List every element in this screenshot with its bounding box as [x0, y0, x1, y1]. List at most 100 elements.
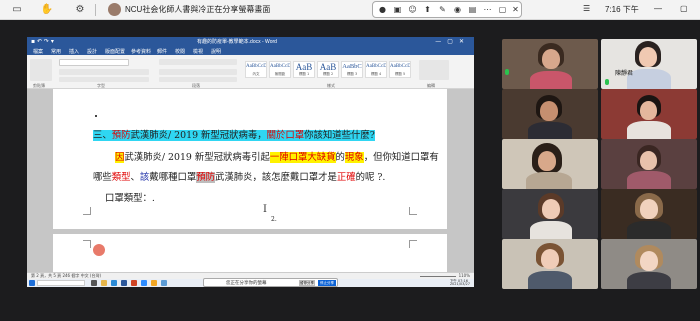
cartoon-image [93, 244, 105, 256]
file-explorer-icon[interactable] [101, 280, 107, 286]
stop-share-button[interactable]: 停止分享 [318, 280, 336, 286]
style-no-spacing[interactable]: AaBbCcD 無間距 [269, 61, 291, 78]
participant-video[interactable]: 陳靜君 [601, 39, 697, 89]
document-page[interactable]: 三、預防武漢肺炎/ 2019 新型冠狀病毒，關於口罩你該知道些什麼? 因武漢肺炎… [53, 89, 447, 229]
margin-corner [83, 207, 91, 215]
style-heading-5[interactable]: AaBbCcD 標題 5 [389, 61, 411, 78]
tab-view[interactable]: 檢視 [193, 48, 203, 55]
start-icon[interactable] [29, 280, 35, 286]
pen-icon[interactable]: ✎ [437, 4, 448, 15]
tab-layout[interactable]: 版面配置 [105, 48, 125, 55]
more-icon[interactable]: ⋯ [482, 4, 493, 15]
edge-icon[interactable] [111, 280, 117, 286]
people-icon[interactable]: ☰ [583, 4, 590, 13]
sharing-banner-text: 您正在分享你的螢幕 [226, 281, 267, 286]
document-page-3[interactable] [53, 234, 447, 272]
maximize-icon[interactable]: ▢ [680, 4, 688, 13]
zoom-level: 110% [458, 273, 470, 278]
mail-icon[interactable] [161, 280, 167, 286]
shading-buttons[interactable] [159, 77, 237, 82]
meeting-window: ▭ ✋ ⚙ NCU社会化師人書與冷正在分享螢幕畫面 ● ▣ ☺ ⬆ ✎ ◉ ▤ … [0, 0, 700, 321]
doc-line-1: 三、預防武漢肺炎/ 2019 新型冠狀病毒，關於口罩你該知道些什麼? [93, 130, 375, 141]
doc-line-4: 口罩類型：. [105, 193, 155, 204]
paragraph-mark [95, 115, 97, 117]
end-icon[interactable]: ✕ [510, 4, 521, 15]
settings-icon[interactable]: ⚙ [73, 3, 87, 17]
style-heading-4[interactable]: AaBbCcD 標題 4 [365, 61, 387, 78]
participant-video[interactable] [601, 239, 697, 289]
chrome-icon[interactable] [151, 280, 157, 286]
shared-screen: ▪ ↶ ↷ ▾ 有趣的防疫單-教學範本.docx - Word —▢✕ 檔案 常… [27, 37, 474, 287]
participant-video[interactable] [502, 189, 598, 239]
ribbon-home: AaBbCcD 內文 AaBbCcD 無間距 AaB 標題 1 AaB 標題 2 AaB… [27, 55, 474, 89]
powerpoint-icon[interactable] [131, 280, 137, 286]
text-cursor-icon: I [263, 204, 267, 215]
tab-references[interactable]: 參考資料 [131, 48, 151, 55]
tab-mailings[interactable]: 郵件 [157, 48, 167, 55]
paste-button[interactable] [30, 59, 52, 81]
participants-icon[interactable]: ☺ [407, 4, 418, 15]
share-icon[interactable]: ⬆ [422, 4, 433, 15]
quick-access-icons[interactable]: ▪ ↶ ↷ ▾ [31, 38, 54, 45]
sharing-title: NCU社会化師人書與冷正在分享螢幕畫面 [125, 5, 271, 14]
doc-line-3: 哪些類型、該戴哪種口罩預防武漢肺炎，該怎麼戴口罩才是正確的呢 ?. [93, 172, 386, 183]
divider [95, 4, 96, 16]
sharing-banner: 您正在分享你的螢幕 暫停分享 停止分享 [203, 278, 338, 287]
participant-name: 陳靜君 [615, 71, 634, 77]
mic-icon[interactable]: ● [377, 4, 388, 15]
tab-insert[interactable]: 插入 [69, 48, 79, 55]
style-heading-3[interactable]: AaBbC 標題 3 [341, 61, 363, 78]
document-canvas[interactable]: 三、預防武漢肺炎/ 2019 新型冠狀病毒，關於口罩你該知道些什麼? 因武漢肺炎… [27, 89, 474, 272]
align-buttons[interactable] [159, 69, 237, 75]
participant-video[interactable] [502, 239, 598, 289]
editing-buttons[interactable] [419, 60, 449, 80]
task-view-icon[interactable] [91, 280, 97, 286]
tab-file[interactable]: 檔案 [33, 48, 43, 55]
window-controls[interactable]: —▢✕ [435, 38, 470, 45]
zoom-icon[interactable] [141, 280, 147, 286]
reaction-icon[interactable]: ✋ [40, 3, 54, 17]
tab-home[interactable]: 常用 [51, 48, 61, 55]
style-normal[interactable]: AaBbCcD 內文 [245, 61, 267, 78]
system-tray: 下午 07:16 2021/03/27 [449, 279, 470, 286]
list-buttons[interactable] [159, 59, 237, 65]
margin-corner [409, 240, 417, 248]
presenter-avatar [108, 3, 121, 16]
participant-video[interactable] [601, 139, 697, 189]
participant-video[interactable] [502, 39, 598, 89]
active-mic-icon [605, 79, 609, 85]
word-icon[interactable] [121, 280, 127, 286]
word-title-bar: ▪ ↶ ↷ ▾ 有趣的防疫單-教學範本.docx - Word —▢✕ [27, 37, 474, 47]
annotation-toolbar: ● ▣ ☺ ⬆ ✎ ◉ ▤ ⋯ ▢ ✕ [372, 1, 522, 18]
ribbon-tabs: 檔案 常用 插入 設計 版面配置 參考資料 郵件 校閱 檢視 說明 [27, 47, 474, 55]
chat-bubble-icon[interactable]: ▤ [467, 4, 478, 15]
clock-time: 7:16 下午 [605, 5, 639, 14]
camera-icon[interactable]: ▣ [392, 4, 403, 15]
participant-video[interactable] [601, 189, 697, 239]
active-mic-icon [505, 69, 509, 75]
chat-icon[interactable]: ▭ [10, 3, 24, 17]
margin-corner [83, 240, 91, 248]
participant-video[interactable] [601, 89, 697, 139]
lock-icon[interactable]: ▢ [497, 4, 508, 15]
font-name-box[interactable] [59, 59, 129, 66]
pause-share-button[interactable]: 暫停分享 [299, 280, 315, 286]
margin-corner [409, 207, 417, 215]
tab-design[interactable]: 設計 [87, 48, 97, 55]
style-heading-2[interactable]: AaB 標題 2 [317, 61, 339, 78]
taskbar-search[interactable] [37, 280, 85, 286]
doc-line-2: 因武漢肺炎/ 2019 新型冠狀病毒引起一陣口罩大缺貨的現象，但你知道口罩有 [115, 152, 439, 163]
font-format-buttons[interactable] [59, 69, 149, 75]
participant-video[interactable] [502, 89, 598, 139]
zoom-slider[interactable] [420, 276, 456, 277]
minimize-icon[interactable]: — [654, 4, 662, 13]
word-window-title: 有趣的防疫單-教學範本.docx - Word [197, 39, 277, 45]
record-icon[interactable]: ◉ [452, 4, 463, 15]
participant-video[interactable] [502, 139, 598, 189]
meeting-top-bar: ▭ ✋ ⚙ NCU社会化師人書與冷正在分享螢幕畫面 ● ▣ ☺ ⬆ ✎ ◉ ▤ … [0, 0, 700, 20]
font-color-buttons[interactable] [59, 77, 149, 82]
tab-review[interactable]: 校閱 [175, 48, 185, 55]
page-number: 2. [271, 216, 277, 223]
style-heading-1[interactable]: AaB 標題 1 [293, 61, 315, 78]
tab-help[interactable]: 說明 [211, 48, 221, 55]
